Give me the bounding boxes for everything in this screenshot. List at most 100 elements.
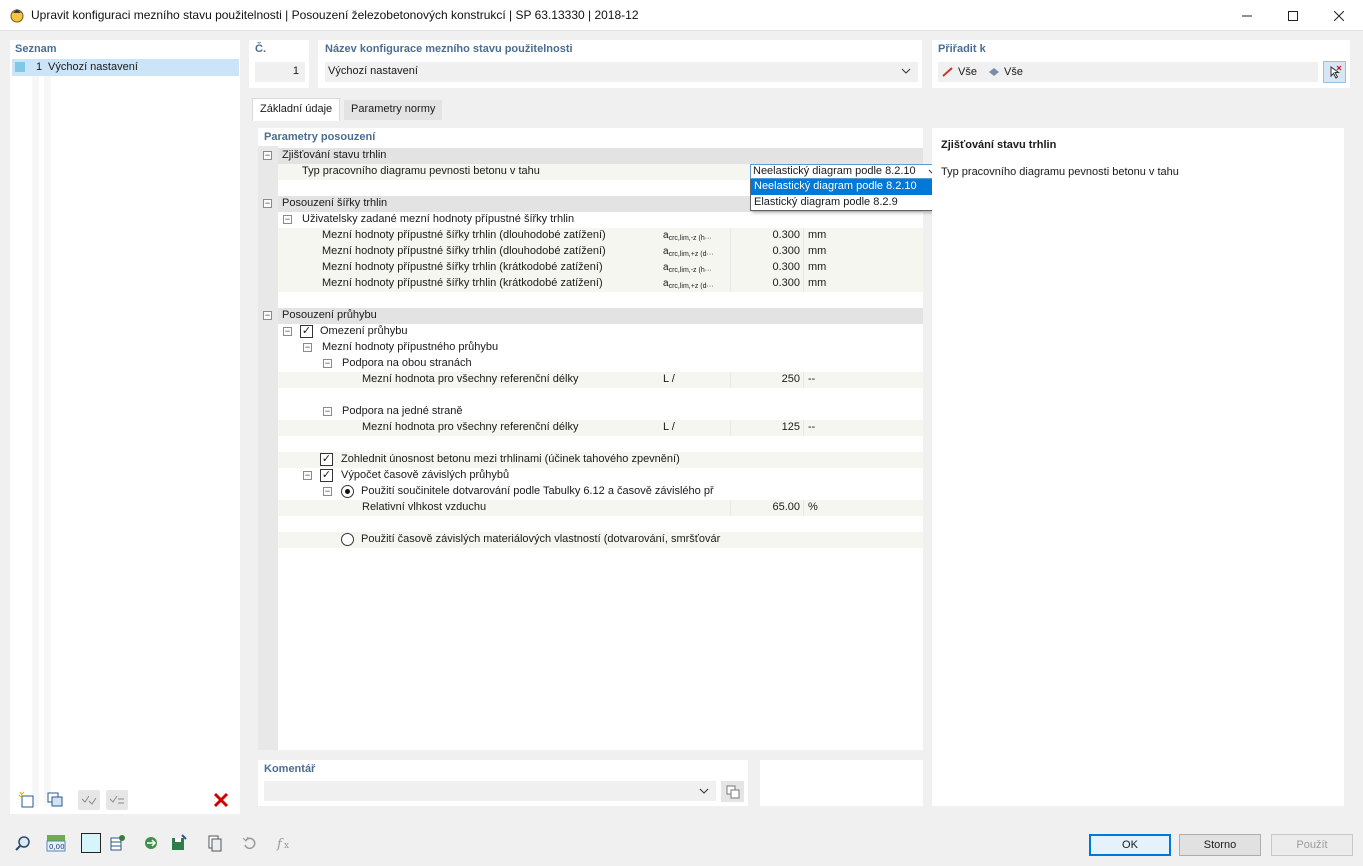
tree-row-crack-limit-3[interactable]: Mezní hodnoty přípustné šířky trhlin (kr…: [278, 260, 923, 276]
tree-row-user-limits[interactable]: − Uživatelsky zadané mezní hodnoty přípu…: [278, 212, 923, 228]
tree-row-both-sides-limit[interactable]: Mezní hodnota pro všechny referenční dél…: [278, 372, 923, 388]
copy-item-button[interactable]: [44, 790, 66, 810]
import-button[interactable]: [139, 832, 163, 854]
collapse-icon[interactable]: −: [323, 359, 332, 368]
number-panel: Č. 1: [249, 40, 309, 88]
tree-row-method-creep[interactable]: − Použití součinitele dotvarování podle …: [278, 484, 923, 500]
value-field[interactable]: 0.300: [730, 244, 804, 260]
row-label: Mezní hodnoty přípustné šířky trhlin (kr…: [322, 261, 603, 273]
unit-label: mm: [808, 245, 827, 257]
tree-row-both-sides[interactable]: − Podpora na obou stranách: [278, 356, 923, 372]
tree-row-time-dependent[interactable]: − ✓ Výpočet časově závislých průhybů: [278, 468, 923, 484]
pick-in-model-button[interactable]: [1323, 61, 1346, 83]
value-field[interactable]: 0.300: [730, 260, 804, 276]
reset-button[interactable]: [238, 832, 262, 854]
value-field[interactable]: 65.00: [730, 500, 804, 516]
collapse-icon[interactable]: −: [263, 151, 272, 160]
tree-row-method-material[interactable]: Použití časově závislých materiálových v…: [278, 532, 923, 548]
value-field[interactable]: 0.300: [730, 276, 804, 292]
color-swatch: [15, 62, 25, 72]
delete-icon: [213, 792, 229, 808]
tree-row-spacer: [278, 436, 923, 452]
collapse-icon[interactable]: −: [323, 487, 332, 496]
design-parameters-panel: Parametry posouzení − Zjišťování stavu t…: [258, 128, 942, 750]
minimize-button[interactable]: [1224, 0, 1270, 31]
time-dependent-checkbox[interactable]: ✓: [320, 469, 333, 482]
symbol-sub: crc,lim,-z (h···: [668, 235, 712, 242]
comment-field[interactable]: [264, 781, 716, 801]
tension-stiffening-checkbox[interactable]: ✓: [320, 453, 333, 466]
apply-button[interactable]: Použít: [1271, 834, 1353, 856]
units-button[interactable]: 0,00: [44, 832, 68, 854]
unit-label: mm: [808, 261, 827, 273]
row-label: Relativní vlhkost vzduchu: [362, 501, 487, 513]
new-item-button[interactable]: [16, 790, 38, 810]
row-label: Mezní hodnota pro všechny referenční dél…: [362, 373, 579, 385]
row-symbol: acrc,lim,+z (d···: [663, 246, 731, 258]
tree-row-crack-limit-1[interactable]: Mezní hodnoty přípustné šířky trhlin (dl…: [278, 228, 923, 244]
number-field[interactable]: 1: [255, 62, 305, 82]
tree-group-crack-detection[interactable]: − Zjišťování stavu trhlin: [263, 148, 923, 164]
diagram-type-dropdown: Neelastický diagram podle 8.2.10 Elastic…: [750, 179, 942, 211]
maximize-button[interactable]: [1270, 0, 1316, 31]
group-label: Posouzení průhybu: [282, 309, 377, 321]
import-icon: [145, 837, 157, 849]
collapse-icon[interactable]: −: [283, 327, 292, 336]
tab-basic-data[interactable]: Základní údaje: [252, 98, 341, 121]
value-field[interactable]: 125: [730, 420, 804, 436]
collapse-icon[interactable]: −: [303, 343, 312, 352]
color-button[interactable]: [79, 832, 103, 854]
tree-row-tension-stiffening[interactable]: ✓ Zohlednit únosnost betonu mezi trhlina…: [278, 452, 923, 468]
dropdown-option[interactable]: Neelastický diagram podle 8.2.10: [751, 180, 941, 195]
tree-row-humidity[interactable]: Relativní vlhkost vzduchu 65.00 %: [278, 500, 923, 516]
new-item-icon: [18, 791, 34, 808]
table-settings-icon: [110, 835, 125, 851]
value-field[interactable]: 250: [730, 372, 804, 388]
tree-row-limit-values[interactable]: − Mezní hodnoty přípustného průhybu: [278, 340, 923, 356]
info-panel: Zjišťování stavu trhlin Typ pracovního d…: [932, 128, 1344, 806]
export-button[interactable]: [167, 832, 191, 854]
tab-standard-parameters[interactable]: Parametry normy: [344, 100, 443, 120]
config-name-select[interactable]: Výchozí nastavení: [325, 62, 918, 82]
assign-field[interactable]: Vše Vše: [938, 62, 1318, 82]
surface-icon: [989, 68, 999, 76]
check-all-button[interactable]: [78, 790, 100, 810]
comment-extra-panel: [760, 760, 923, 806]
list-item[interactable]: 1 Výchozí nastavení: [12, 59, 239, 76]
library-button[interactable]: [203, 832, 227, 854]
row-symbol: acrc,lim,-z (h···: [663, 262, 731, 274]
help-button[interactable]: [11, 832, 35, 854]
collapse-icon[interactable]: −: [283, 215, 292, 224]
method-material-radio[interactable]: [341, 533, 354, 546]
diagram-type-value: Neelastický diagram podle 8.2.10: [753, 165, 916, 177]
ok-button[interactable]: OK: [1089, 834, 1171, 856]
method-creep-radio[interactable]: [341, 485, 354, 498]
collapse-icon[interactable]: −: [303, 471, 312, 480]
tree-row-one-side[interactable]: − Podpora na jedné straně: [278, 404, 923, 420]
collapse-icon[interactable]: −: [323, 407, 332, 416]
row-label: Použití časově závislých materiálových v…: [361, 533, 721, 545]
info-title: Zjišťování stavu trhlin: [941, 139, 1057, 151]
comment-copy-button[interactable]: [721, 781, 744, 802]
copy-icon: [47, 792, 63, 807]
deflection-limit-checkbox[interactable]: ✓: [300, 325, 313, 338]
close-window-button[interactable]: [1316, 0, 1362, 31]
cancel-button[interactable]: Storno: [1179, 834, 1261, 856]
formula-button[interactable]: fx: [272, 832, 296, 854]
diagram-type-select[interactable]: Neelastický diagram podle 8.2.10: [750, 164, 941, 179]
tree-group-deflection[interactable]: − Posouzení průhybu: [263, 308, 923, 324]
tree-row-crack-limit-2[interactable]: Mezní hodnoty přípustné šířky trhlin (dl…: [278, 244, 923, 260]
member-icon: [942, 67, 953, 77]
uncheck-button[interactable]: [106, 790, 128, 810]
value-field[interactable]: 0.300: [730, 228, 804, 244]
tree-row-deflection-limit[interactable]: − ✓ Omezení průhybu: [278, 324, 923, 340]
delete-button[interactable]: [210, 790, 232, 810]
collapse-icon[interactable]: −: [263, 311, 272, 320]
row-label: Uživatelsky zadané mezní hodnoty přípust…: [302, 213, 575, 225]
row-label: Zohlednit únosnost betonu mezi trhlinami…: [341, 453, 680, 465]
tree-row-crack-limit-4[interactable]: Mezní hodnoty přípustné šířky trhlin (kr…: [278, 276, 923, 292]
collapse-icon[interactable]: −: [263, 199, 272, 208]
tree-row-one-side-limit[interactable]: Mezní hodnota pro všechny referenční dél…: [278, 420, 923, 436]
display-settings-button[interactable]: [106, 832, 130, 854]
dropdown-option[interactable]: Elastický diagram podle 8.2.9: [751, 196, 941, 211]
